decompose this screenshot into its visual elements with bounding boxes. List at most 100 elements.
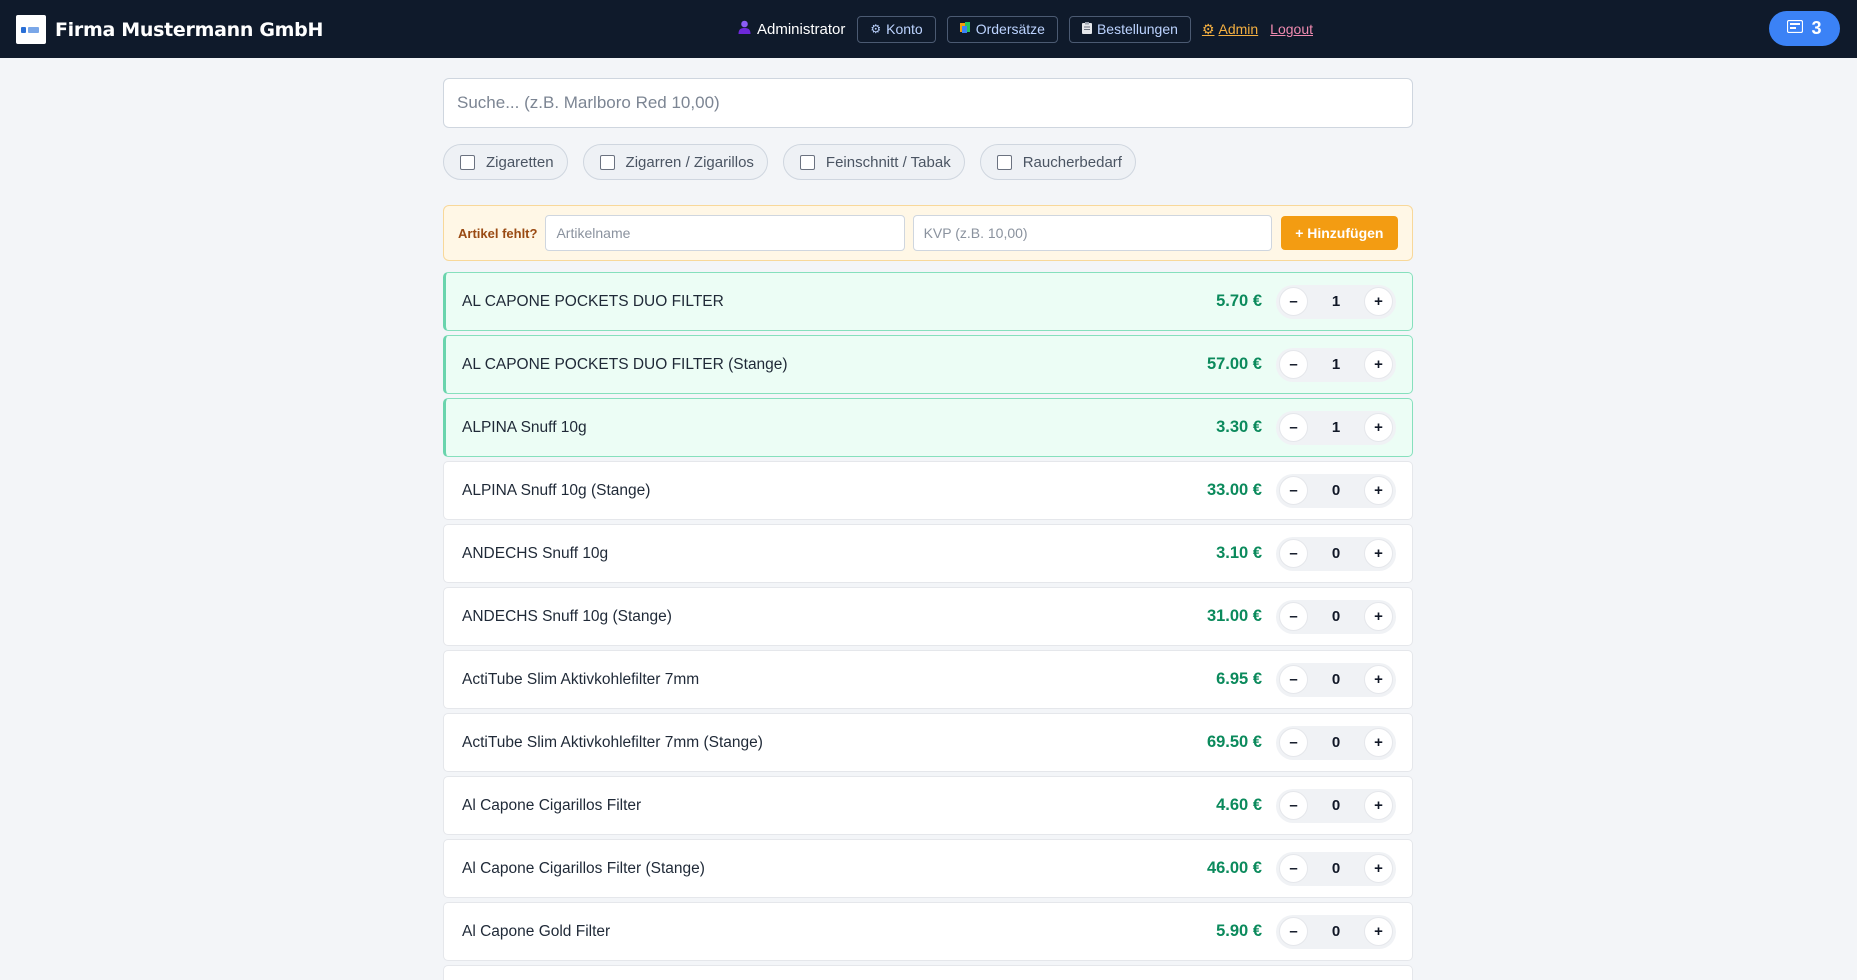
filter-label: Feinschnitt / Tabak [825,153,951,171]
filter-zigaretten[interactable]: Zigaretten [443,144,568,180]
increase-button[interactable]: + [1364,791,1393,820]
increase-button[interactable]: + [1364,413,1393,442]
product-row: Al Capone Cigarillos Filter 4.60 € – 0 + [443,776,1413,835]
decrease-button[interactable]: – [1279,854,1308,883]
books-icon [959,22,971,36]
cart-button[interactable]: 3 [1769,11,1840,46]
decrease-button[interactable]: – [1279,602,1308,631]
checkbox[interactable] [996,154,1012,170]
article-name-input[interactable] [545,215,905,251]
checkbox[interactable] [599,154,615,170]
product-name: Al Capone Cigarillos Filter [462,796,642,814]
filter-label: Zigarren / Zigarillos [625,153,754,171]
quantity-stepper: – 1 + [1276,347,1396,382]
category-filters: Zigaretten Zigarren / Zigarillos Feinsch… [443,144,1413,180]
product-name: ALPINA Snuff 10g (Stange) [462,481,651,499]
increase-button[interactable]: + [1364,350,1393,379]
filter-zigarren[interactable]: Zigarren / Zigarillos [582,144,768,180]
increase-button[interactable]: + [1364,728,1393,757]
quantity-stepper: – 0 + [1276,473,1396,508]
increase-button[interactable]: + [1364,665,1393,694]
header-nav: Administrator ⚙ Konto Ordersätze Bestell… [738,15,1325,43]
product-list: AL CAPONE POCKETS DUO FILTER 5.70 € – 1 … [443,272,1413,980]
filter-label: Raucherbedarf [1022,153,1122,171]
product-row: ActiTube Slim Aktivkohlefilter 7mm 6.95 … [443,650,1413,709]
product-price: 33.00 € [1206,481,1262,499]
brand[interactable]: Firma Mustermann GmbH [16,15,323,44]
quantity-stepper: – 0 + [1276,788,1396,823]
product-name: ANDECHS Snuff 10g [462,544,609,562]
quantity-value: 0 [1331,608,1341,625]
product-price: 57.00 € [1206,355,1262,373]
decrease-button[interactable]: – [1279,350,1308,379]
quantity-stepper: – 0 + [1276,914,1396,949]
product-row: ANDECHS Snuff 10g (Stange) 31.00 € – 0 + [443,587,1413,646]
filter-feinschnitt[interactable]: Feinschnitt / Tabak [782,144,965,180]
missing-article-form: Artikel fehlt? + Hinzufügen [443,205,1413,261]
nav-konto-label: Konto [886,21,923,37]
nav-ordersaetze-button[interactable]: Ordersätze [946,15,1058,43]
increase-button[interactable]: + [1364,287,1393,316]
decrease-button[interactable]: – [1279,287,1308,316]
increase-button[interactable]: + [1364,602,1393,631]
main-content: Zigaretten Zigarren / Zigarillos Feinsch… [443,78,1413,980]
quantity-value: 1 [1331,293,1341,310]
product-row-partial [443,965,1413,980]
product-price: 46.00 € [1206,859,1262,877]
decrease-button[interactable]: – [1279,539,1308,568]
decrease-button[interactable]: – [1279,728,1308,757]
admin-link[interactable]: ⚙ Admin [1202,21,1258,38]
increase-button[interactable]: + [1364,539,1393,568]
product-price: 5.90 € [1216,922,1262,940]
product-row: AL CAPONE POCKETS DUO FILTER (Stange) 57… [443,335,1413,394]
brand-name: Firma Mustermann GmbH [55,18,324,41]
quantity-stepper: – 0 + [1276,662,1396,697]
increase-button[interactable]: + [1364,854,1393,883]
gear-icon: ⚙ [1201,20,1215,37]
product-row: AL CAPONE POCKETS DUO FILTER 5.70 € – 1 … [443,272,1413,331]
checkbox[interactable] [460,154,475,170]
logout-link[interactable]: Logout [1270,21,1313,37]
nav-konto-button[interactable]: ⚙ Konto [857,15,936,43]
clipboard-icon [1081,21,1092,37]
product-price: 3.30 € [1216,418,1262,436]
search-input[interactable] [443,78,1413,128]
quantity-value: 0 [1331,923,1341,940]
filter-raucherbedarf[interactable]: Raucherbedarf [979,144,1136,180]
gear-icon: ⚙ [870,22,882,36]
quantity-value: 1 [1331,419,1341,436]
nav-bestellungen-button[interactable]: Bestellungen [1068,15,1191,43]
quantity-value: 0 [1331,860,1341,877]
increase-button[interactable]: + [1364,476,1393,505]
product-price: 3.10 € [1216,544,1262,562]
quantity-value: 0 [1331,545,1341,562]
quantity-stepper: – 1 + [1276,284,1396,319]
product-name: AL CAPONE POCKETS DUO FILTER [462,292,724,310]
checkbox[interactable] [799,154,815,170]
add-article-button[interactable]: + Hinzufügen [1280,216,1398,250]
quantity-value: 0 [1331,482,1341,499]
decrease-button[interactable]: – [1279,665,1308,694]
decrease-button[interactable]: – [1279,413,1308,442]
product-name: ActiTube Slim Aktivkohlefilter 7mm (Stan… [462,733,763,751]
missing-article-label: Artikel fehlt? [458,225,538,241]
product-row: Al Capone Gold Filter 5.90 € – 0 + [443,902,1413,961]
quantity-stepper: – 0 + [1276,725,1396,760]
kvp-input[interactable] [912,215,1272,251]
product-price: 5.70 € [1216,292,1262,310]
product-price: 69.50 € [1206,733,1262,751]
product-row: ActiTube Slim Aktivkohlefilter 7mm (Stan… [443,713,1413,772]
user-name: Administrator [757,20,846,38]
product-name: AL CAPONE POCKETS DUO FILTER (Stange) [462,355,788,373]
decrease-button[interactable]: – [1279,917,1308,946]
quantity-stepper: – 0 + [1276,599,1396,634]
user-icon [738,20,751,38]
product-name: Al Capone Gold Filter [462,922,611,940]
decrease-button[interactable]: – [1279,791,1308,820]
product-price: 31.00 € [1206,607,1262,625]
quantity-value: 0 [1331,734,1341,751]
decrease-button[interactable]: – [1279,476,1308,505]
product-row: ANDECHS Snuff 10g 3.10 € – 0 + [443,524,1413,583]
increase-button[interactable]: + [1364,917,1393,946]
product-price: 4.60 € [1216,796,1262,814]
